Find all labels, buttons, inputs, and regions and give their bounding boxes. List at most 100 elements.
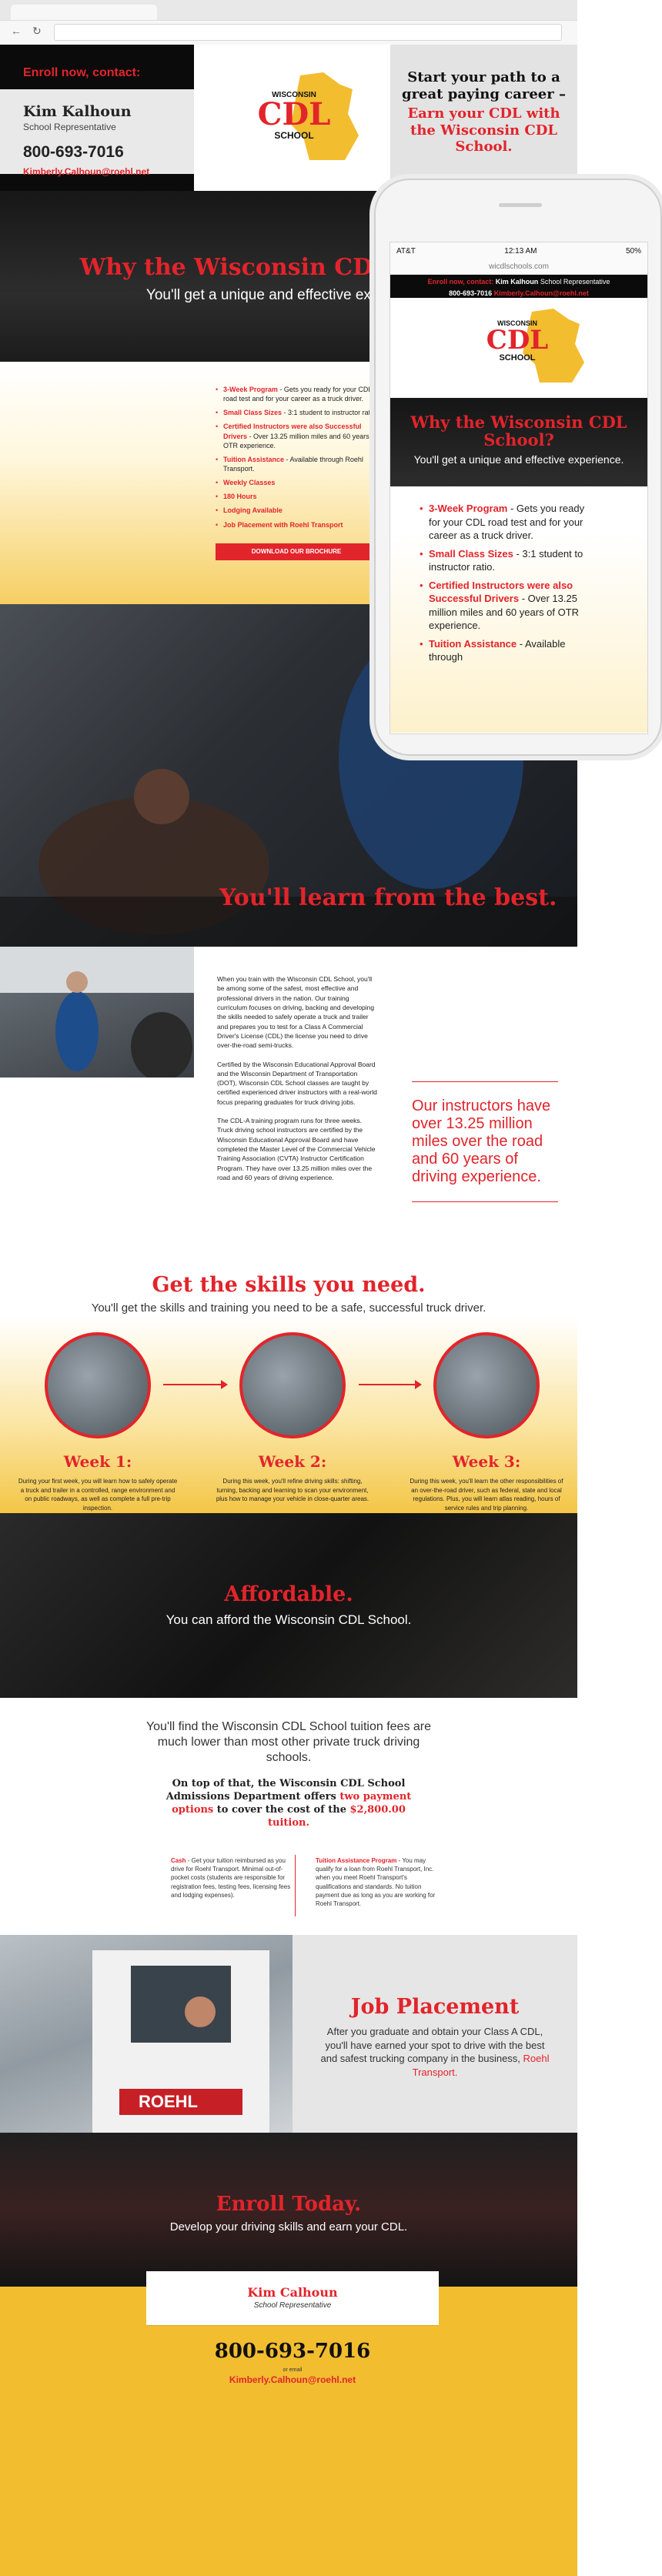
enroll-title: Enroll Today. — [216, 2193, 362, 2216]
logo-line2: CDL — [257, 96, 331, 132]
logo[interactable]: WISCONSIN CDL SCHOOL — [194, 45, 390, 191]
clock-label: 12:13 AM — [504, 246, 537, 256]
list-item: Weekly Classes — [216, 478, 385, 487]
skills-section: Get the skills you need. You'll get the … — [0, 1251, 577, 1513]
rep-phone[interactable]: 800-693-7016 — [23, 143, 171, 162]
tagline-black: Start your path to a great paying career… — [401, 69, 566, 102]
contact-card-body: 800-693-7016 or email Kimberly.Calhoun@r… — [146, 2325, 439, 2417]
instructor-quote: Our instructors have over 13.25 million … — [412, 1081, 558, 1202]
affordable-section: Affordable. You can afford the Wisconsin… — [0, 1513, 577, 1698]
job-copy: After you graduate and obtain your Class… — [320, 2026, 550, 2078]
contact-name: Kim Calhoun — [247, 2285, 338, 2300]
tuition-options: On top of that, the Wisconsin CDL School… — [166, 1778, 412, 1829]
learn-paragraph-3: The CDL-A training program runs for thre… — [217, 1117, 376, 1181]
reload-icon[interactable]: ↻ — [32, 25, 42, 38]
map-planning-photo — [433, 1332, 540, 1438]
mobile-why-title: Why the Wisconsin CDL School? — [410, 413, 627, 450]
learn-title: You'll learn from the best. — [219, 884, 557, 911]
browser-tab[interactable] — [11, 5, 157, 20]
contact-card-header: Kim Calhoun School Representative — [146, 2271, 439, 2310]
skills-subtitle: You'll get the skills and training you n… — [91, 1301, 486, 1315]
rep-card: Kim Kalhoun School Representative 800-69… — [0, 89, 194, 177]
week-text: During this week, you'll learn the other… — [410, 1478, 563, 1512]
learn-copy: When you train with the Wisconsin CDL Sc… — [217, 974, 379, 1191]
mobile-contact-bar: Enroll now, contact: Kim Kalhoun School … — [390, 275, 647, 298]
classroom-illustration — [0, 947, 194, 1081]
contact-email[interactable]: Kimberly.Calhoun@roehl.net — [146, 2374, 439, 2385]
list-item: Lodging Available — [216, 506, 385, 515]
tagline-red: Earn your CDL with the Wisconsin CDL Sch… — [407, 105, 560, 155]
afford-subtitle: You can afford the Wisconsin CDL School. — [166, 1612, 412, 1627]
carrier-label: AT&T — [396, 246, 416, 256]
status-bar: AT&T 12:13 AM 50% — [390, 242, 647, 259]
site-header: Enroll now, contact: Kim Kalhoun School … — [0, 45, 577, 191]
list-item: Job Placement with Roehl Transport — [216, 520, 385, 530]
truck-illustration: ROEHL — [0, 1935, 293, 2133]
tuition-intro: You'll find the Wisconsin CDL School tui… — [145, 1720, 432, 1764]
phone-screen: AT&T 12:13 AM 50% wicdlschools.com Enrol… — [390, 242, 648, 734]
week-text: During your first week, you will learn h… — [18, 1478, 178, 1512]
afford-title: Affordable. — [224, 1582, 353, 1606]
portfolio-mockup: ← ↻ Enroll now, contact: Kim Kalhoun Sch… — [0, 0, 662, 2576]
assistance-option: Tuition Assistance Program - You may qua… — [316, 1857, 436, 1907]
header-tagline: Start your path to a great paying career… — [390, 45, 577, 191]
truck-driver-photo: ROEHL — [0, 1935, 293, 2133]
mobile-address-bar[interactable]: wicdlschools.com — [390, 259, 647, 275]
cash-option: Cash - Get your tuition reimbursed as yo… — [171, 1857, 291, 1899]
learn-section: When you train with the Wisconsin CDL Sc… — [0, 947, 577, 1251]
contact-section: Kim Calhoun School Representative 800-69… — [0, 2271, 577, 2576]
list-item: Certified Instructors were also Successf… — [216, 422, 385, 449]
week-2-card: Week 2: During this week, you'll refine … — [208, 1332, 377, 1504]
list-item: Tuition Assistance - Available through — [420, 637, 598, 664]
mobile-email[interactable]: Kimberly.Calhoun@roehl.net — [494, 289, 589, 297]
list-item: 3-Week Program - Gets you ready for your… — [420, 502, 598, 543]
tuition-section: You'll find the Wisconsin CDL School tui… — [0, 1719, 577, 1935]
mobile-phone[interactable]: 800-693-7016 — [449, 289, 492, 297]
back-arrow-icon[interactable]: ← — [11, 25, 22, 37]
list-item: Small Class Sizes - 3:1 student to instr… — [216, 408, 385, 417]
mobile-benefits-list: 3-Week Program - Gets you ready for your… — [390, 486, 647, 733]
battery-label: 50% — [625, 246, 641, 256]
classroom-photo — [0, 947, 194, 1081]
list-item: Tuition Assistance - Available through R… — [216, 455, 385, 473]
week-title: Week 2: — [258, 1452, 327, 1471]
rep-email[interactable]: Kimberly.Calhoun@roehl.net — [23, 166, 171, 177]
mobile-why-section: Why the Wisconsin CDL School? You'll get… — [390, 398, 647, 486]
enroll-subtitle: Develop your driving skills and earn you… — [169, 2220, 408, 2234]
job-title: Job Placement — [350, 1995, 520, 2019]
mobile-logo[interactable]: WISCONSIN CDL SCHOOL — [390, 298, 647, 398]
job-placement-text: Job Placement After you graduate and obt… — [293, 1935, 577, 2133]
browser-chrome: ← ↻ — [0, 0, 577, 45]
week-title: Week 3: — [452, 1452, 521, 1471]
phone-mockup: AT&T 12:13 AM 50% wicdlschools.com Enrol… — [374, 179, 662, 756]
learn-paragraph-2: Certified by the Wisconsin Educational A… — [217, 1060, 377, 1106]
mobile-why-subtitle: You'll get a unique and effective experi… — [413, 453, 624, 466]
list-item: 3-Week Program - Gets you ready for your… — [216, 385, 385, 403]
week-1-card: Week 1: During your first week, you will… — [13, 1332, 182, 1512]
job-placement-section: ROEHL Job Placement After you graduate a… — [0, 1935, 577, 2133]
contact-card: Kim Calhoun School Representative 800-69… — [146, 2271, 439, 2417]
list-item: Certified Instructors were also Successf… — [420, 579, 598, 633]
divider — [295, 1855, 296, 1916]
list-item: Small Class Sizes - 3:1 student to instr… — [420, 547, 598, 574]
phone-speaker — [499, 203, 542, 207]
rep-role: School Representative — [23, 122, 116, 132]
enroll-section: Enroll Today. Develop your driving skill… — [0, 2133, 577, 2287]
week-title: Week 1: — [63, 1452, 132, 1471]
download-brochure-button[interactable]: DOWNLOAD OUR BROCHURE — [216, 543, 377, 560]
svg-text:ROEHL: ROEHL — [139, 2092, 198, 2111]
enroll-label: Enroll now, contact: — [0, 66, 194, 89]
learn-paragraph-1: When you train with the Wisconsin CDL Sc… — [217, 975, 375, 1050]
contact-role: School Representative — [253, 2301, 332, 2310]
header-contact-panel: Enroll now, contact: Kim Kalhoun School … — [0, 45, 194, 191]
skills-title: Get the skills you need. — [152, 1273, 426, 1297]
week-3-card: Week 3: During this week, you'll learn t… — [402, 1332, 571, 1512]
logo-line3: SCHOOL — [274, 130, 314, 141]
truck-trailer-photo — [239, 1332, 346, 1438]
address-bar[interactable] — [54, 24, 562, 41]
contact-phone[interactable]: 800-693-7016 — [146, 2340, 439, 2363]
contact-or-label: or email — [283, 2367, 303, 2373]
steering-wheel-photo — [45, 1332, 151, 1438]
list-item: 180 Hours — [216, 492, 385, 501]
week-text: During this week, you'll refine driving … — [216, 1478, 369, 1503]
